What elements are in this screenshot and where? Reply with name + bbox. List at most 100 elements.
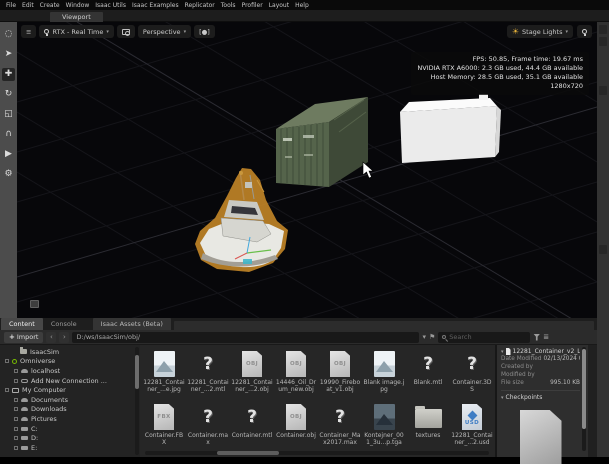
expand-box-icon[interactable] [14,407,18,411]
file-item[interactable]: ?Blank.mtl [406,347,450,400]
file-name: Blank.mtl [407,379,449,393]
forward-button[interactable]: › [59,332,69,343]
scrollbar-thumb[interactable] [217,451,279,455]
move-tool-icon[interactable]: ✚ [2,68,15,81]
tab-content[interactable]: Content [1,318,43,330]
navigation-widget[interactable] [30,300,39,308]
expand-box-icon[interactable] [14,398,18,402]
menu-help[interactable]: Help [292,2,312,9]
menu-create[interactable]: Create [37,2,63,9]
tab-console[interactable]: Console [43,318,85,330]
expand-box-icon[interactable] [14,427,18,431]
select-tool-icon[interactable]: ➤ [2,48,15,61]
list-view-icon[interactable]: ≣ [543,333,549,341]
tree-label: E: [31,444,37,452]
file-name: Kontejner_001_3u...p.tga [363,432,405,446]
tree-label: Omniverse [20,357,55,365]
file-item[interactable]: ?Container.3DS [450,347,494,400]
file-item[interactable]: USD12281_Container_...2.usd [450,400,494,453]
file-item[interactable]: OBJ19990_Fireboat_v1.obj [318,347,362,400]
expand-box-icon[interactable] [14,379,18,383]
grid-horizontal-scrollbar[interactable] [145,451,489,455]
tree-item-drive-e[interactable]: E: [0,443,140,453]
menu-file[interactable]: File [3,2,19,9]
tree-item-localhost[interactable]: localhost [0,366,140,376]
light-toggle-button[interactable] [577,25,592,38]
tree-item-pictures[interactable]: Pictures [0,414,140,424]
path-dropdown-button[interactable]: ▾ [422,333,426,341]
file-item[interactable]: ?Container.mtl [230,400,274,453]
tree-item-drive-c[interactable]: C: [0,424,140,434]
menu-tools[interactable]: Tools [218,2,239,9]
stats-resolution: 1280x720 [417,82,583,91]
file-item[interactable]: Blank image.jpg [362,347,406,400]
rotate-tool-icon[interactable]: ↻ [2,88,15,101]
expand-box-icon[interactable] [14,436,18,440]
file-badge: OBJ [334,361,346,367]
back-button[interactable]: ‹ [46,332,56,343]
tree-item-documents[interactable]: Documents [0,395,140,405]
menu-replicator[interactable]: Replicator [182,2,218,9]
tree-item-downloads[interactable]: Downloads [0,405,140,415]
filter-icon[interactable] [533,334,540,341]
file-item[interactable]: OBJ14446_Oil_Drum_new.obj [274,347,318,400]
snap-tool-icon[interactable]: ∩ [2,128,15,141]
file-item[interactable]: OBJ12281_Container_...2.obj [230,347,274,400]
right-docked-panel-edge [597,22,609,457]
menu-window[interactable]: Window [63,2,93,9]
file-item[interactable]: Kontejner_001_3u...p.tga [362,400,406,453]
renderer-dropdown[interactable]: RTX - Real Time ▾ [39,25,113,38]
menu-isaac-utils[interactable]: Isaac Utils [92,2,129,9]
file-item[interactable]: 12281_Container_...e.jpg [142,347,186,400]
camera-icon [122,29,130,35]
viewport-menu-button[interactable]: ≡ [21,25,36,38]
scale-tool-icon[interactable]: ◱ [2,108,15,121]
back-icon: ‹ [50,333,53,341]
plus-icon: + [9,333,15,341]
file-item[interactable]: ?12281_Container_...2.mtl [186,347,230,400]
search-placeholder: Search [449,333,471,341]
camera-settings-button[interactable] [117,25,135,38]
menu-profiler[interactable]: Profiler [239,2,266,9]
menu-edit[interactable]: Edit [19,2,37,9]
play-button-icon[interactable]: ▶ [2,148,15,161]
menu-layout[interactable]: Layout [266,2,292,9]
camera-dropdown[interactable]: Perspective ▾ [138,25,191,38]
file-name: 12281_Container_...e.jpg [143,379,185,393]
tree-item-omniverse[interactable]: Omniverse [0,357,140,367]
bookmark-icon[interactable]: ⚑ [429,333,435,341]
scrollbar-thumb[interactable] [582,349,586,429]
file-item[interactable]: ?Container_Max2017.max [318,400,362,453]
stage-lights-dropdown[interactable]: ☀ Stage Lights ▾ [507,25,573,38]
details-scrollbar[interactable] [582,347,586,451]
viewport-3d[interactable]: ≡ RTX - Real Time ▾ Perspective ▾ [●] ☀ … [17,22,597,318]
menu-isaac-examples[interactable]: Isaac Examples [129,2,182,9]
tree-item-drive-d[interactable]: D: [0,433,140,443]
tab-viewport[interactable]: Viewport [50,12,103,22]
search-input[interactable]: Search [438,332,530,343]
tree-item-add-connection[interactable]: Add New Connection ... [0,376,140,386]
expand-box-icon[interactable] [5,359,9,363]
details-header[interactable]: ▾ 12281_Container_v2_L2.usd [501,348,580,355]
file-item[interactable]: OBJContainer.obj [274,400,318,453]
scrollbar-thumb[interactable] [135,355,139,389]
expand-box-icon[interactable] [14,369,18,373]
import-button[interactable]: + Import [4,332,43,343]
file-item[interactable]: ?Container.max [186,400,230,453]
expand-box-icon[interactable] [14,417,18,421]
checkpoints-section-header[interactable]: ▾ Checkpoints [501,394,580,401]
tree-scrollbar[interactable] [135,347,139,455]
tree-item-my-computer[interactable]: My Computer [0,385,140,395]
expand-box-icon[interactable] [5,388,9,392]
sun-icon: ☀ [512,28,519,36]
path-input[interactable]: D:/ws/IsaacSim/obj/ [72,332,419,343]
file-item[interactable]: textures [406,400,450,453]
focus-tool-icon[interactable]: ◌ [2,28,15,41]
file-item[interactable]: FBXContainer.FBX [142,400,186,453]
expand-box-icon[interactable] [14,446,18,450]
capture-button[interactable]: [●] [194,25,215,38]
tab-isaac-assets[interactable]: Isaac Assets (Beta) [93,318,171,330]
physics-tool-icon[interactable]: ⚙ [2,168,15,181]
tree-item-isaacsim[interactable]: IsaacSim [0,347,140,357]
file-name: Container.FBX [143,432,185,446]
